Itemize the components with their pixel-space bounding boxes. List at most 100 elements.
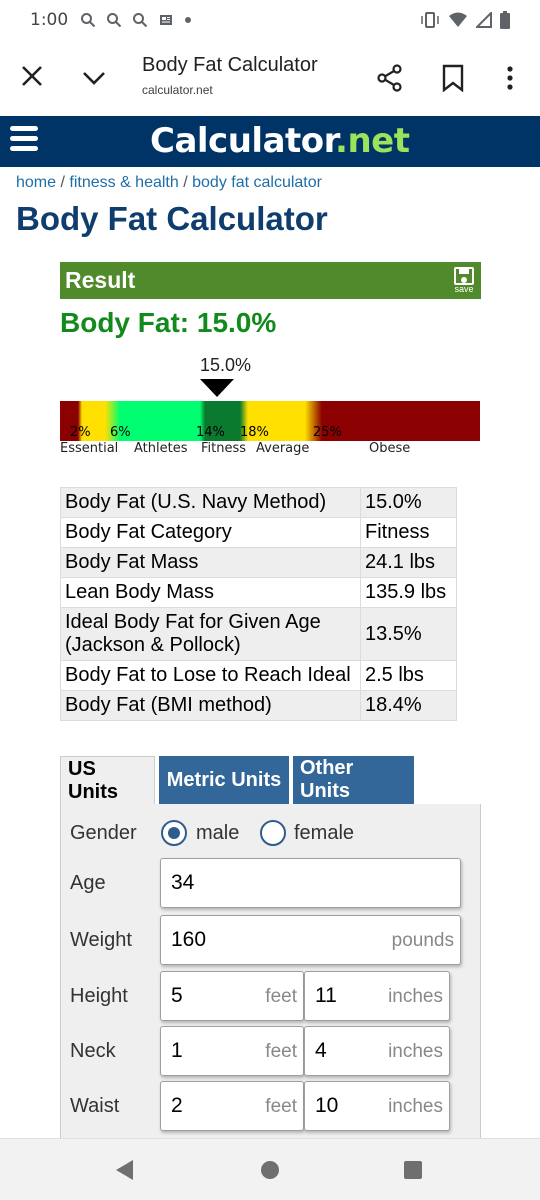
home-icon[interactable]	[261, 1161, 279, 1179]
row-value: 2.5 lbs	[360, 660, 457, 691]
breadcrumb-fitness[interactable]: fitness & health	[69, 174, 178, 191]
save-label: save	[454, 284, 474, 294]
waist-inches-value: 10	[315, 1094, 339, 1117]
height-inches-input[interactable]: 11 inches	[304, 971, 450, 1021]
browser-url: calculator.net	[142, 83, 213, 97]
height-inches-value: 11	[315, 984, 337, 1007]
waist-feet-unit: feet	[265, 1096, 297, 1117]
breadcrumb-home[interactable]: home	[16, 174, 56, 191]
height-label: Height	[70, 985, 128, 1007]
table-row: Body Fat (U.S. Navy Method) 15.0%	[60, 487, 457, 518]
back-icon[interactable]	[116, 1160, 133, 1180]
neck-feet-input[interactable]: 1 feet	[160, 1026, 304, 1076]
breadcrumb: home / fitness & health / body fat calcu…	[16, 174, 322, 191]
site-logo[interactable]: Calculator.net	[150, 121, 410, 161]
notification-icons	[80, 12, 192, 28]
recents-icon[interactable]	[404, 1161, 422, 1179]
table-row: Body Fat to Lose to Reach Ideal 2.5 lbs	[60, 660, 457, 691]
battery-icon	[500, 11, 510, 29]
close-icon[interactable]	[18, 62, 46, 90]
gauge-pointer-icon	[200, 379, 234, 397]
result-header: Result save	[60, 262, 481, 299]
gender-female-label[interactable]: female	[294, 822, 354, 845]
age-label: Age	[70, 872, 106, 894]
dot-icon	[185, 17, 192, 23]
result-title: Result	[65, 267, 136, 293]
share-icon[interactable]	[376, 64, 404, 92]
gauge-tick: 18%	[240, 425, 269, 440]
row-label: Body Fat (U.S. Navy Method)	[60, 487, 361, 518]
row-label: Body Fat to Lose to Reach Ideal	[60, 660, 361, 691]
news-icon	[160, 15, 173, 25]
search-icon	[81, 13, 96, 28]
weight-input[interactable]: 160 pounds	[160, 915, 461, 965]
vibrate-icon	[421, 12, 439, 28]
table-row: Body Fat Mass 24.1 lbs	[60, 547, 457, 578]
weight-unit: pounds	[391, 930, 454, 951]
table-row: Body Fat Category Fitness	[60, 517, 457, 548]
status-time: 1:00	[30, 10, 69, 30]
gauge-category: Essential	[60, 441, 119, 456]
tab-us-units[interactable]: US Units	[60, 756, 155, 804]
gender-female-radio[interactable]	[260, 820, 286, 846]
bookmark-icon[interactable]	[440, 64, 466, 92]
chevron-down-icon[interactable]	[80, 64, 108, 92]
site-header: Calculator.net	[0, 116, 540, 167]
table-row: Lean Body Mass 135.9 lbs	[60, 577, 457, 608]
status-bar: 1:00	[0, 0, 540, 40]
waist-label: Waist	[70, 1095, 120, 1117]
gauge-tick: 14%	[196, 425, 225, 440]
table-row: Body Fat (BMI method) 18.4%	[60, 690, 457, 721]
neck-feet-unit: feet	[265, 1041, 297, 1062]
row-label: Ideal Body Fat for Given Age (Jackson & …	[60, 607, 361, 661]
row-label: Body Fat (BMI method)	[60, 690, 361, 721]
gauge-category: Obese	[369, 441, 411, 456]
save-icon[interactable]: save	[452, 267, 476, 295]
row-value: 24.1 lbs	[360, 547, 457, 578]
wifi-icon	[449, 12, 467, 27]
weight-value: 160	[171, 928, 207, 951]
row-value: 13.5%	[360, 607, 457, 661]
tab-other-units[interactable]: Other Units	[293, 756, 414, 804]
search-icon	[133, 13, 148, 28]
row-label: Body Fat Mass	[60, 547, 361, 578]
row-value: Fitness	[360, 517, 457, 548]
system-nav-bar	[0, 1138, 540, 1200]
waist-feet-input[interactable]: 2 feet	[160, 1081, 304, 1131]
body-fat-headline: Body Fat: 15.0%	[60, 307, 277, 338]
menu-icon[interactable]	[10, 126, 40, 156]
waist-feet-value: 2	[171, 1094, 183, 1117]
breadcrumb-current[interactable]: body fat calculator	[192, 174, 322, 191]
waist-inches-input[interactable]: 10 inches	[304, 1081, 450, 1131]
gauge-category: Average	[256, 441, 310, 456]
neck-label: Neck	[70, 1040, 116, 1062]
gauge-tick: 6%	[110, 425, 131, 440]
height-inches-unit: inches	[388, 986, 443, 1007]
signal-icon	[476, 12, 492, 28]
tab-metric-units[interactable]: Metric Units	[159, 756, 289, 804]
browser-title: Body Fat Calculator	[142, 54, 318, 76]
row-value: 15.0%	[360, 487, 457, 518]
neck-inches-input[interactable]: 4 inches	[304, 1026, 450, 1076]
gauge-tick: 25%	[313, 425, 342, 440]
gauge-category: Athletes	[134, 441, 188, 456]
row-value: 18.4%	[360, 690, 457, 721]
gauge-value: 15.0%	[200, 355, 252, 375]
row-label: Body Fat Category	[60, 517, 361, 548]
gender-male-radio[interactable]	[161, 820, 187, 846]
row-value: 135.9 lbs	[360, 577, 457, 608]
table-row: Ideal Body Fat for Given Age (Jackson & …	[60, 607, 457, 661]
waist-inches-unit: inches	[388, 1096, 443, 1117]
more-vert-icon[interactable]	[498, 64, 522, 92]
page-title-block: Body Fat Calculator calculator.net	[142, 54, 318, 97]
browser-toolbar: Body Fat Calculator calculator.net	[0, 40, 540, 116]
neck-inches-unit: inches	[388, 1041, 443, 1062]
height-feet-value: 5	[171, 984, 183, 1007]
weight-label: Weight	[70, 929, 132, 951]
neck-inches-value: 4	[315, 1039, 327, 1062]
gender-male-label[interactable]: male	[196, 822, 239, 845]
age-input[interactable]: 34	[160, 858, 461, 908]
height-feet-input[interactable]: 5 feet	[160, 971, 304, 1021]
gender-label: Gender	[70, 822, 137, 844]
row-label: Lean Body Mass	[60, 577, 361, 608]
